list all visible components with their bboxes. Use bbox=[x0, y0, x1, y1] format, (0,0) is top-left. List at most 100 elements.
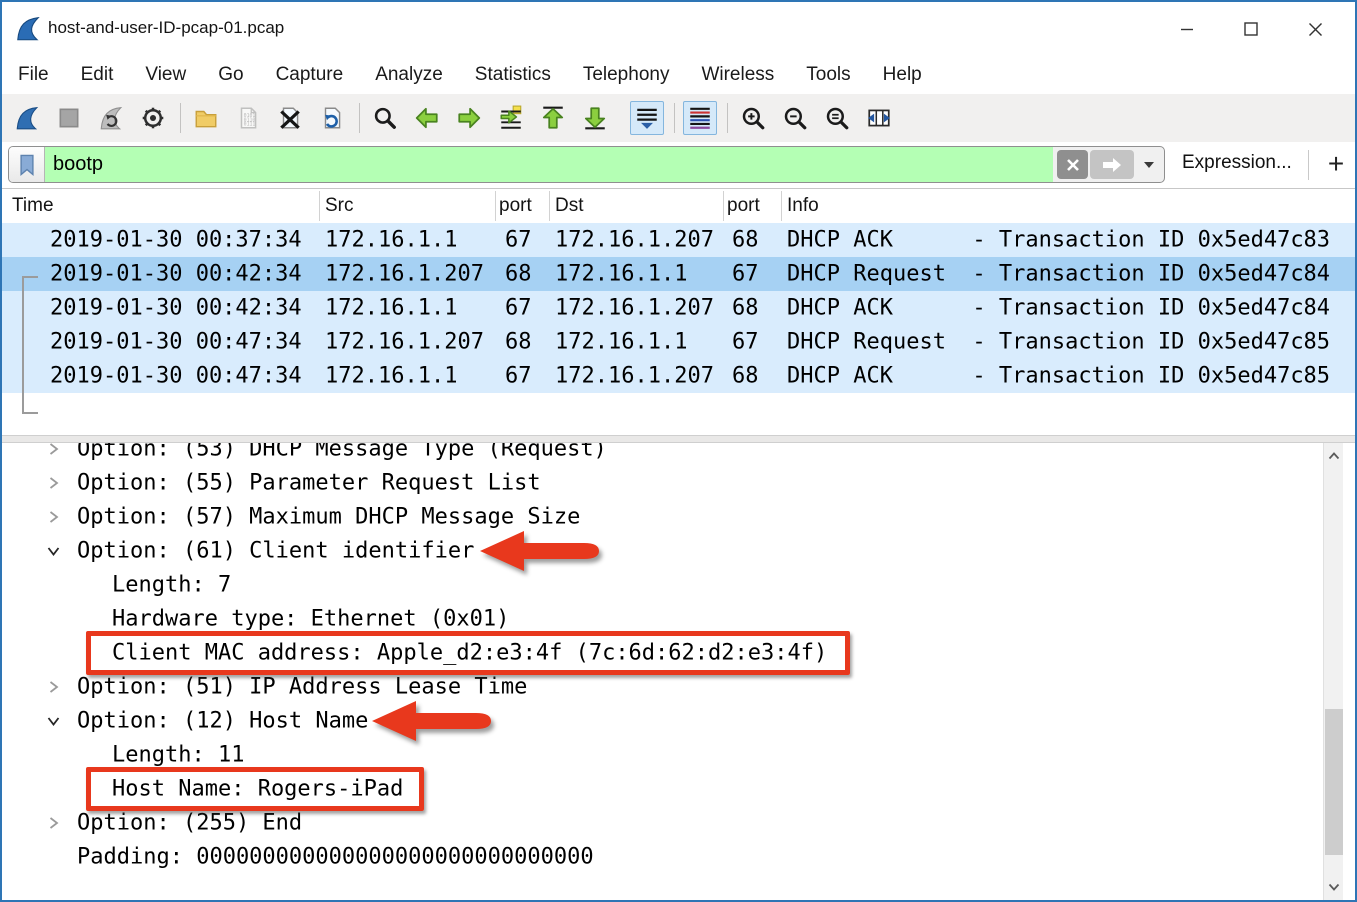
cell-sport: 67 bbox=[505, 296, 532, 321]
chevron-right-icon[interactable] bbox=[46, 510, 61, 525]
packet-row[interactable]: 2019-01-30 00:42:34172.16.1.20768172.16.… bbox=[2, 257, 1355, 291]
menu-item-telephony[interactable]: Telephony bbox=[583, 64, 670, 86]
detail-line[interactable]: Padding: 000000000000000000000000000000 bbox=[2, 840, 1355, 874]
capture-options-gear-icon[interactable] bbox=[136, 101, 170, 135]
start-capture-icon[interactable] bbox=[10, 101, 44, 135]
chevron-down-icon[interactable] bbox=[46, 544, 61, 559]
wireshark-logo-icon bbox=[14, 15, 42, 48]
scroll-up-icon[interactable] bbox=[1324, 443, 1344, 469]
detail-text: Padding: 000000000000000000000000000000 bbox=[77, 845, 594, 870]
chevron-right-icon[interactable] bbox=[46, 680, 61, 695]
menu-item-file[interactable]: File bbox=[18, 64, 49, 86]
cell-time: 2019-01-30 00:47:34 bbox=[50, 330, 302, 355]
find-packet-icon[interactable] bbox=[368, 101, 402, 135]
menu-item-edit[interactable]: Edit bbox=[81, 64, 114, 86]
open-file-folder-icon[interactable] bbox=[189, 101, 223, 135]
column-header-src[interactable]: Src bbox=[325, 195, 354, 217]
close-button[interactable] bbox=[1283, 2, 1347, 56]
reload-file-icon[interactable] bbox=[315, 101, 349, 135]
go-back-icon[interactable] bbox=[410, 101, 444, 135]
bookmark-icon[interactable] bbox=[9, 147, 45, 182]
detail-text: Length: 7 bbox=[112, 573, 231, 598]
zoom-reset-icon[interactable] bbox=[820, 101, 854, 135]
display-filter-box: bootp bbox=[8, 146, 1165, 183]
cell-src: 172.16.1.207 bbox=[325, 262, 484, 287]
detail-line[interactable]: Option: (51) IP Address Lease Time bbox=[2, 670, 1355, 704]
column-divider[interactable] bbox=[549, 191, 550, 221]
column-header-dstport[interactable]: port bbox=[727, 195, 760, 217]
menu-item-view[interactable]: View bbox=[145, 64, 186, 86]
detail-line[interactable]: Option: (61) Client identifier bbox=[2, 534, 1355, 568]
menu-item-wireless[interactable]: Wireless bbox=[701, 64, 774, 86]
go-first-icon[interactable] bbox=[536, 101, 570, 135]
detail-line[interactable]: Option: (12) Host Name bbox=[2, 704, 1355, 738]
zoom-in-icon[interactable] bbox=[736, 101, 770, 135]
column-header-info[interactable]: Info bbox=[787, 195, 819, 217]
column-header-srcport[interactable]: port bbox=[499, 195, 532, 217]
menu-item-tools[interactable]: Tools bbox=[806, 64, 850, 86]
filter-dropdown-icon[interactable] bbox=[1134, 147, 1164, 182]
cell-dst: 172.16.1.207 bbox=[555, 228, 714, 253]
packet-row[interactable]: 2019-01-30 00:37:34172.16.1.167172.16.1.… bbox=[2, 223, 1355, 257]
scrollbar-thumb[interactable] bbox=[1325, 709, 1343, 855]
auto-scroll-icon[interactable] bbox=[630, 101, 664, 135]
chevron-down-icon[interactable] bbox=[46, 714, 61, 729]
detail-line[interactable]: Hardware type: Ethernet (0x01) bbox=[2, 602, 1355, 636]
column-header-dst[interactable]: Dst bbox=[555, 195, 584, 217]
cell-info: DHCP ACK - Transaction ID 0x5ed47c85 bbox=[787, 364, 1330, 389]
go-forward-icon[interactable] bbox=[452, 101, 486, 135]
filter-bar: bootp Expression... + bbox=[2, 142, 1355, 188]
column-divider[interactable] bbox=[723, 191, 724, 221]
colorize-icon[interactable] bbox=[683, 101, 717, 135]
menu-item-go[interactable]: Go bbox=[218, 64, 243, 86]
chevron-right-icon[interactable] bbox=[46, 443, 61, 457]
detail-line[interactable]: Host Name: Rogers-iPad bbox=[2, 772, 1355, 806]
pane-splitter[interactable] bbox=[2, 435, 1355, 443]
column-header-time[interactable]: Time bbox=[12, 195, 54, 217]
details-scrollbar[interactable] bbox=[1323, 443, 1343, 900]
cell-src: 172.16.1.1 bbox=[325, 296, 457, 321]
add-filter-button[interactable]: + bbox=[1320, 144, 1352, 184]
expression-button[interactable]: Expression... bbox=[1182, 152, 1292, 174]
close-file-icon[interactable] bbox=[273, 101, 307, 135]
scroll-down-icon[interactable] bbox=[1324, 874, 1344, 900]
detail-line[interactable]: Client MAC address: Apple_d2:e3:4f (7c:6… bbox=[2, 636, 1355, 670]
menu-item-analyze[interactable]: Analyze bbox=[375, 64, 443, 86]
packet-list: Time Src port Dst port Info 2019-01-30 0… bbox=[2, 188, 1355, 435]
chevron-right-icon[interactable] bbox=[46, 476, 61, 491]
detail-line[interactable]: Option: (53) DHCP Message Type (Request) bbox=[2, 443, 1355, 466]
go-to-packet-icon[interactable] bbox=[494, 101, 528, 135]
detail-line[interactable]: Option: (255) End bbox=[2, 806, 1355, 840]
clear-filter-icon[interactable] bbox=[1057, 150, 1088, 179]
column-divider[interactable] bbox=[319, 191, 320, 221]
cell-src: 172.16.1.207 bbox=[325, 330, 484, 355]
restart-capture-icon[interactable] bbox=[94, 101, 128, 135]
column-divider[interactable] bbox=[781, 191, 782, 221]
apply-filter-icon[interactable] bbox=[1090, 150, 1134, 179]
resize-columns-icon[interactable] bbox=[862, 101, 896, 135]
cell-dst: 172.16.1.1 bbox=[555, 330, 687, 355]
menu-item-capture[interactable]: Capture bbox=[276, 64, 344, 86]
cell-time: 2019-01-30 00:42:34 bbox=[50, 262, 302, 287]
zoom-out-icon[interactable] bbox=[778, 101, 812, 135]
detail-line[interactable]: Option: (57) Maximum DHCP Message Size bbox=[2, 500, 1355, 534]
packet-row[interactable]: 2019-01-30 00:42:34172.16.1.167172.16.1.… bbox=[2, 291, 1355, 325]
detail-text: Option: (51) IP Address Lease Time bbox=[77, 675, 527, 700]
menu-item-help[interactable]: Help bbox=[883, 64, 922, 86]
detail-line[interactable]: Length: 7 bbox=[2, 568, 1355, 602]
go-last-icon[interactable] bbox=[578, 101, 612, 135]
stop-capture-icon[interactable] bbox=[52, 101, 86, 135]
minimize-button[interactable] bbox=[1155, 2, 1219, 56]
column-divider[interactable] bbox=[495, 191, 496, 221]
maximize-button[interactable] bbox=[1219, 2, 1283, 56]
packet-row[interactable]: 2019-01-30 00:47:34172.16.1.167172.16.1.… bbox=[2, 359, 1355, 393]
save-file-icon[interactable]: 010101100111 bbox=[231, 101, 265, 135]
display-filter-input[interactable]: bootp bbox=[45, 147, 1053, 182]
detail-line[interactable]: Length: 11 bbox=[2, 738, 1355, 772]
detail-line[interactable]: Option: (55) Parameter Request List bbox=[2, 466, 1355, 500]
cell-sport: 68 bbox=[505, 262, 532, 287]
packet-row[interactable]: 2019-01-30 00:47:34172.16.1.20768172.16.… bbox=[2, 325, 1355, 359]
wireshark-window: host-and-user-ID-pcap-01.pcap FileEditVi… bbox=[0, 0, 1357, 902]
menu-item-statistics[interactable]: Statistics bbox=[475, 64, 551, 86]
chevron-right-icon[interactable] bbox=[46, 816, 61, 831]
